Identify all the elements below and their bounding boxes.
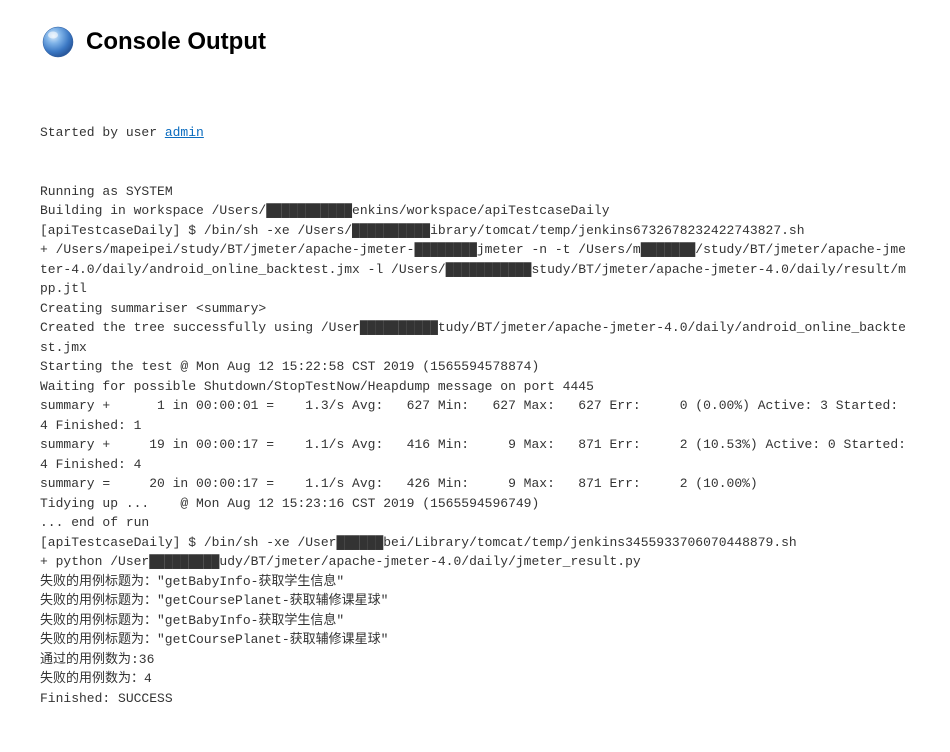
console-line: Waiting for possible Shutdown/StopTestNo… [40, 377, 910, 397]
console-line: + /Users/mapeipei/study/BT/jmeter/apache… [40, 240, 910, 299]
console-line: 失败的用例标题为："getBabyInfo-获取学生信息" [40, 572, 910, 592]
console-line: [apiTestcaseDaily] $ /bin/sh -xe /Users/… [40, 221, 910, 241]
sphere-icon [40, 24, 76, 60]
console-output: Started by user admin Running as SYSTEMB… [40, 84, 910, 728]
console-line: Starting the test @ Mon Aug 12 15:22:58 … [40, 357, 910, 377]
console-line: ... end of run [40, 513, 910, 533]
console-line: 失败的用例标题为："getBabyInfo-获取学生信息" [40, 611, 910, 631]
console-line: Building in workspace /Users/███████████… [40, 201, 910, 221]
console-line: 失败的用例数为：4 [40, 669, 910, 689]
console-line: [apiTestcaseDaily] $ /bin/sh -xe /User██… [40, 533, 910, 553]
page-header: Console Output [40, 24, 910, 60]
console-line: summary + 1 in 00:00:01 = 1.3/s Avg: 627… [40, 396, 910, 435]
console-line: Finished: SUCCESS [40, 689, 910, 709]
console-line: 失败的用例标题为："getCoursePlanet-获取辅修课星球" [40, 630, 910, 650]
console-line: Running as SYSTEM [40, 182, 910, 202]
console-line: summary + 19 in 00:00:17 = 1.1/s Avg: 41… [40, 435, 910, 474]
user-link[interactable]: admin [165, 125, 204, 140]
console-line: Creating summariser <summary> [40, 299, 910, 319]
console-line-started: Started by user admin [40, 123, 910, 143]
console-line: summary = 20 in 00:00:17 = 1.1/s Avg: 42… [40, 474, 910, 494]
started-prefix: Started by user [40, 125, 165, 140]
console-line: 失败的用例标题为："getCoursePlanet-获取辅修课星球" [40, 591, 910, 611]
console-line: + python /User█████████udy/BT/jmeter/apa… [40, 552, 910, 572]
console-line: 通过的用例数为:36 [40, 650, 910, 670]
console-line: Created the tree successfully using /Use… [40, 318, 910, 357]
page-title: Console Output [86, 28, 266, 56]
console-line: Tidying up ... @ Mon Aug 12 15:23:16 CST… [40, 494, 910, 514]
console-lines-container: Running as SYSTEMBuilding in workspace /… [40, 182, 910, 709]
